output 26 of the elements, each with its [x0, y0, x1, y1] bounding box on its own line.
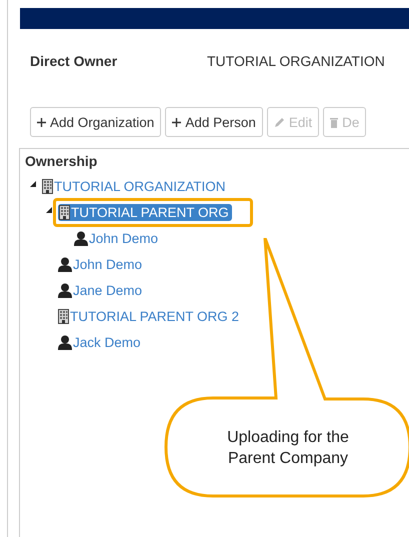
- plus-icon: [172, 118, 182, 126]
- field-label: Direct Owner: [30, 53, 118, 69]
- building-icon: [59, 204, 70, 220]
- add-button[interactable]: Add Organization: [30, 107, 162, 137]
- tree-item[interactable]: John Demo: [57, 256, 146, 272]
- pencil-icon: [274, 116, 285, 128]
- expand-triangle-icon[interactable]: [30, 181, 36, 187]
- building-icon: [42, 178, 53, 194]
- person-icon: [74, 230, 88, 246]
- person-icon: [58, 282, 72, 298]
- field-value: TUTORIAL ORGANIZATION: [207, 53, 385, 69]
- tree-item[interactable]: Jack Demo: [57, 334, 144, 350]
- building-icon: [58, 308, 69, 324]
- trash-icon: [330, 116, 338, 128]
- add-button[interactable]: Add Person: [165, 107, 263, 137]
- person-icon: [58, 256, 72, 272]
- tree-item[interactable]: Jane Demo: [57, 282, 146, 298]
- tree-item[interactable]: TUTORIAL PARENT ORG: [58, 204, 232, 220]
- tree-item[interactable]: TUTORIAL ORGANIZATION: [41, 178, 229, 194]
- person-icon: [58, 334, 72, 350]
- plus-icon: [37, 118, 46, 126]
- tree-item[interactable]: John Demo: [73, 230, 162, 246]
- tree-title: Ownership: [25, 153, 98, 171]
- tree-item[interactable]: TUTORIAL PARENT ORG 2: [57, 308, 242, 324]
- callout-text: Uploading for the Parent Company: [226, 428, 350, 469]
- expand-triangle-icon[interactable]: [46, 207, 52, 213]
